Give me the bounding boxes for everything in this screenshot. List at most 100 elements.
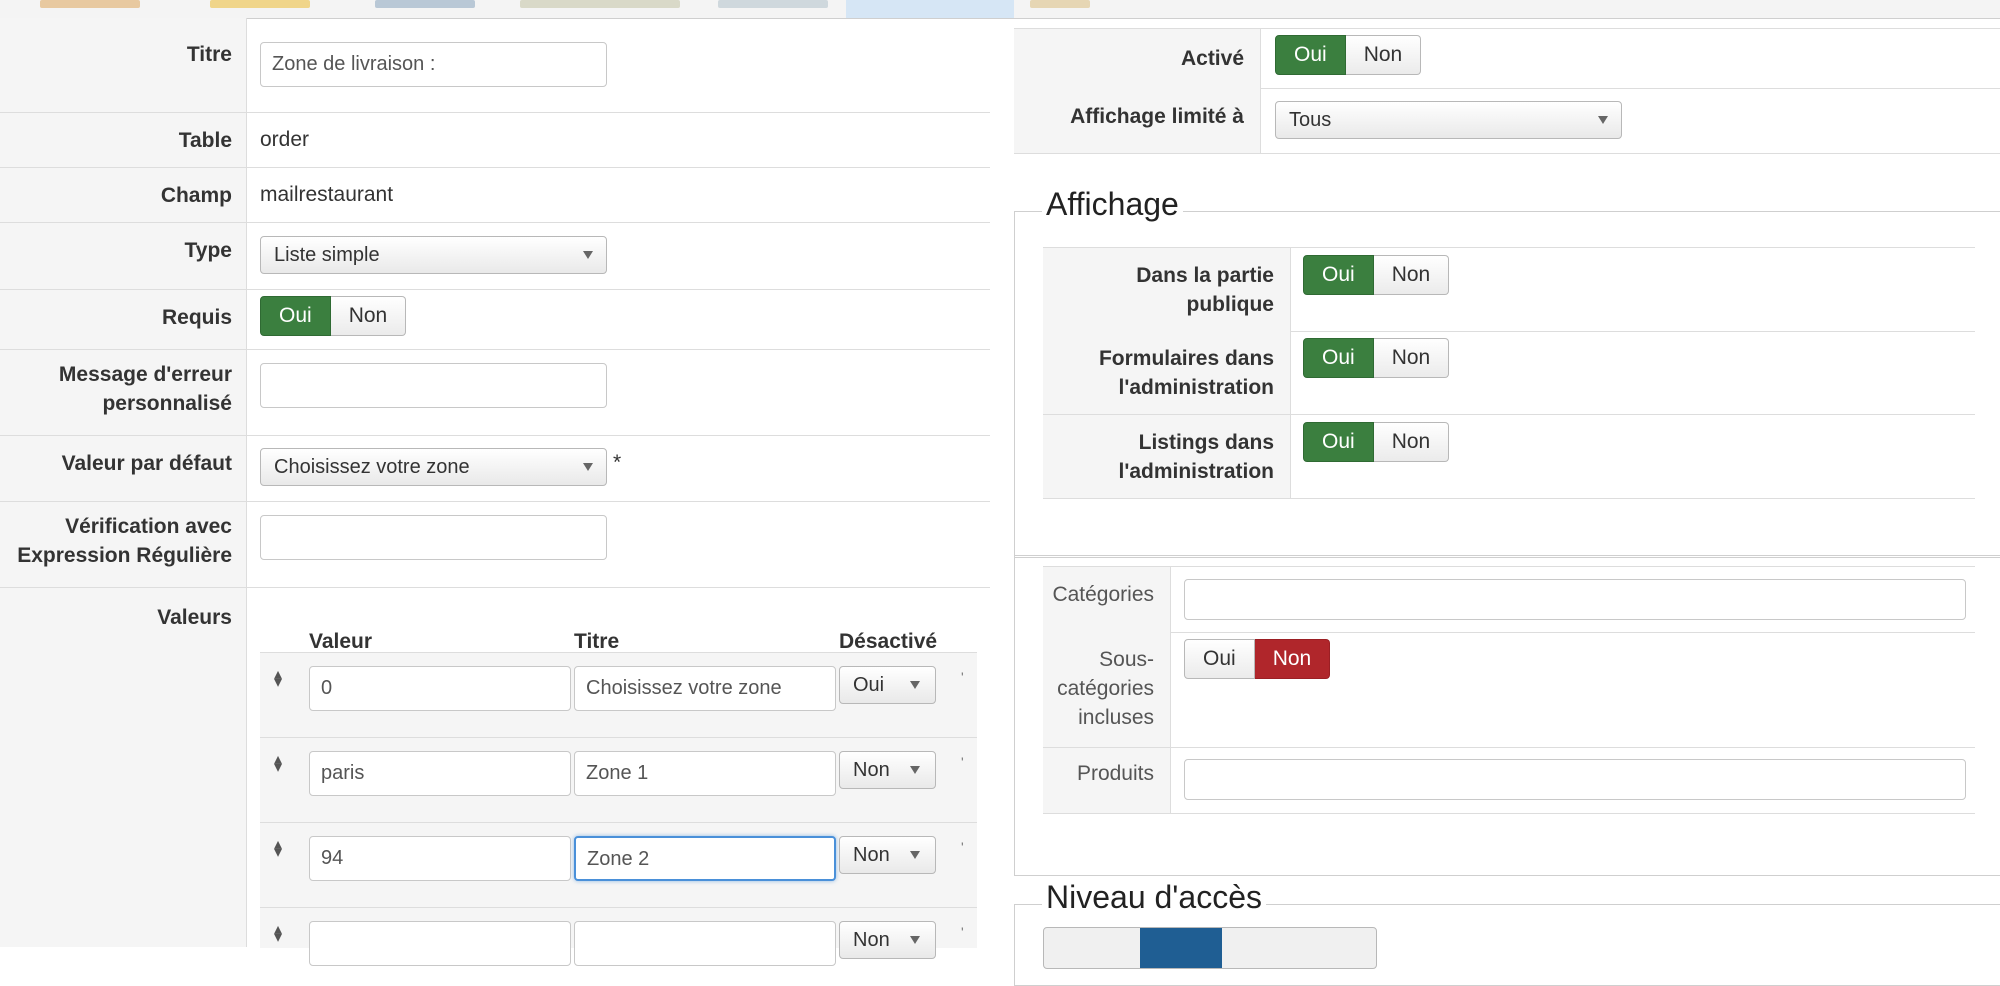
disabled-select[interactable]: Oui bbox=[839, 666, 936, 704]
categories-input[interactable] bbox=[1184, 579, 1966, 620]
products-input[interactable] bbox=[1184, 759, 1966, 800]
chevron-down-icon bbox=[1598, 116, 1608, 124]
listings-no-button[interactable]: Non bbox=[1373, 422, 1450, 462]
drag-handle-icon[interactable]: ▴ ▾ bbox=[271, 837, 285, 861]
disabled-select-value: Non bbox=[853, 844, 890, 866]
disabled-select[interactable]: Non bbox=[839, 836, 936, 874]
products-label-cell: Produits bbox=[1043, 748, 1171, 813]
active-label-cell: Activé bbox=[1014, 29, 1261, 88]
title-input[interactable] bbox=[574, 921, 836, 966]
products-label: Produits bbox=[1076, 762, 1154, 785]
disabled-select[interactable]: Non bbox=[839, 921, 936, 959]
tab-icon[interactable] bbox=[520, 0, 680, 8]
regex-label-line2: Expression Régulière bbox=[17, 544, 232, 567]
type-select[interactable]: Liste simple bbox=[260, 236, 607, 274]
titre-label: Titre bbox=[186, 43, 232, 66]
regex-label: Vérification avec Expression Régulière bbox=[10, 512, 232, 570]
champ-value: mailrestaurant bbox=[260, 183, 394, 206]
row-forms: Formulaires dans l'administration Oui No… bbox=[1043, 331, 1975, 415]
tab-icon[interactable] bbox=[1030, 0, 1090, 8]
row-marker: ' bbox=[961, 839, 964, 855]
chevron-down-icon bbox=[910, 766, 920, 774]
type-label: Type bbox=[184, 239, 232, 262]
value-input[interactable]: 0 bbox=[309, 666, 571, 711]
access-toggle[interactable] bbox=[1043, 927, 1377, 969]
disabled-select-value: Oui bbox=[853, 674, 885, 696]
limited-select[interactable]: Tous bbox=[1275, 101, 1622, 139]
chevron-down-icon bbox=[910, 936, 920, 944]
title-input[interactable]: Zone 1 bbox=[574, 751, 836, 796]
title-input-focused[interactable]: Zone 2 bbox=[574, 836, 836, 881]
tab-affichage-active[interactable] bbox=[846, 0, 1014, 18]
active-toggle: Oui Non bbox=[1275, 35, 1422, 75]
listings-label-line2: l'administration bbox=[1118, 460, 1274, 483]
row-public: Dans la partie publique Oui Non bbox=[1043, 247, 1975, 332]
forms-label-line2: l'administration bbox=[1118, 376, 1274, 399]
message-label-line1: Message d'erreur bbox=[58, 363, 232, 386]
active-label: Activé bbox=[1180, 47, 1244, 70]
value-input[interactable] bbox=[309, 921, 571, 966]
regex-input[interactable] bbox=[260, 515, 607, 560]
row-marker: ' bbox=[961, 754, 964, 770]
row-type: Type Liste simple bbox=[0, 222, 990, 290]
message-label: Message d'erreur personnalisé bbox=[10, 360, 232, 418]
active-yes-button[interactable]: Oui bbox=[1275, 35, 1346, 75]
value-row: ▴ ▾ 94 Zone 2 Non ' bbox=[260, 822, 977, 907]
tab-icon[interactable] bbox=[40, 0, 140, 8]
row-champ: Champ mailrestaurant bbox=[0, 167, 990, 223]
drag-handle-icon[interactable]: ▴ ▾ bbox=[271, 922, 285, 946]
type-select-value: Liste simple bbox=[274, 244, 380, 266]
listings-label: Listings dans l'administration bbox=[1118, 428, 1274, 486]
defaut-label: Valeur par défaut bbox=[61, 452, 232, 475]
access-toggle-active[interactable] bbox=[1140, 928, 1222, 968]
limited-label-cell: Affichage limité à bbox=[1014, 88, 1261, 153]
message-input[interactable] bbox=[260, 363, 607, 408]
row-limited: Affichage limité à Tous bbox=[1014, 88, 2000, 154]
value-input[interactable]: 94 bbox=[309, 836, 571, 881]
row-listings: Listings dans l'administration Oui Non bbox=[1043, 415, 1975, 499]
chevron-down-icon bbox=[583, 463, 593, 471]
public-label-line2: publique bbox=[1186, 293, 1275, 316]
requis-no-button[interactable]: Non bbox=[330, 296, 407, 336]
tab-icon[interactable] bbox=[375, 0, 475, 8]
access-legend: Niveau d'accès bbox=[1042, 879, 1266, 916]
categories-label-cell: Catégories bbox=[1043, 567, 1171, 632]
row-message: Message d'erreur personnalisé bbox=[0, 349, 990, 436]
table-label: Table bbox=[178, 129, 232, 152]
row-subcategories: Sous- catégories incluses Oui Non bbox=[1043, 632, 1975, 748]
chevron-down-icon bbox=[910, 681, 920, 689]
options-panel: Activé Oui Non Affichage limité à Tous A… bbox=[1014, 18, 2000, 986]
defaut-select[interactable]: Choisissez votre zone bbox=[260, 448, 607, 486]
tab-icon[interactable] bbox=[718, 0, 828, 8]
valeurs-label: Valeurs bbox=[157, 606, 232, 629]
regex-label-line1: Vérification avec bbox=[65, 515, 232, 538]
subcategories-no-button[interactable]: Non bbox=[1254, 639, 1331, 679]
public-yes-button[interactable]: Oui bbox=[1303, 255, 1374, 295]
required-asterisk: * bbox=[613, 451, 622, 474]
disabled-select[interactable]: Non bbox=[839, 751, 936, 789]
row-defaut: Valeur par défaut Choisissez votre zone … bbox=[0, 435, 990, 502]
col-header-valeur: Valeur bbox=[309, 630, 373, 653]
forms-yes-button[interactable]: Oui bbox=[1303, 338, 1374, 378]
disabled-select-value: Non bbox=[853, 929, 890, 951]
value-input[interactable]: paris bbox=[309, 751, 571, 796]
defaut-select-value: Choisissez votre zone bbox=[274, 456, 470, 478]
requis-yes-button[interactable]: Oui bbox=[260, 296, 331, 336]
listings-toggle: Oui Non bbox=[1303, 422, 1450, 462]
title-input[interactable]: Choisissez votre zone bbox=[574, 666, 836, 711]
drag-handle-icon[interactable]: ▴ ▾ bbox=[271, 752, 285, 776]
listings-yes-button[interactable]: Oui bbox=[1303, 422, 1374, 462]
active-no-button[interactable]: Non bbox=[1345, 35, 1422, 75]
subcategories-yes-button[interactable]: Oui bbox=[1184, 639, 1255, 679]
tab-icon[interactable] bbox=[210, 0, 310, 8]
value-row: ▴ ▾ Non ' bbox=[260, 907, 977, 966]
titre-input[interactable]: Zone de livraison : bbox=[260, 42, 607, 87]
forms-no-button[interactable]: Non bbox=[1373, 338, 1450, 378]
chevron-down-icon bbox=[583, 251, 593, 259]
public-no-button[interactable]: Non bbox=[1373, 255, 1450, 295]
listings-label-cell: Listings dans l'administration bbox=[1043, 415, 1291, 498]
affichage-legend: Affichage bbox=[1042, 186, 1183, 223]
categories-fieldset: Catégories Sous- catégories incluses Oui… bbox=[1014, 555, 2000, 876]
drag-handle-icon[interactable]: ▴ ▾ bbox=[271, 667, 285, 691]
field-form: Titre Zone de livraison : Table order Ch… bbox=[0, 18, 990, 966]
